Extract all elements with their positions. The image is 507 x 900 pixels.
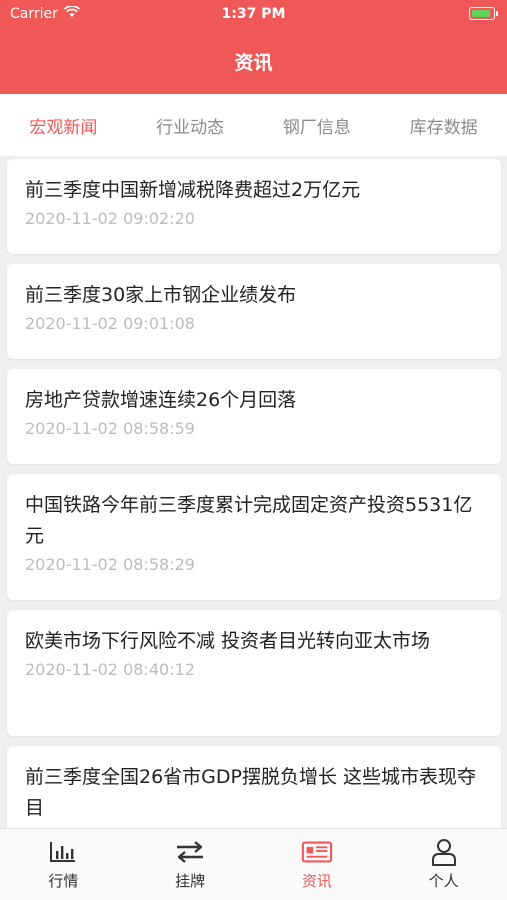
- news-title: 前三季度全国26省市GDP摆脱负增长 这些城市表现夺目: [25, 766, 477, 819]
- battery-icon: [469, 7, 498, 20]
- tab-industry-news[interactable]: 行业动态: [127, 113, 254, 138]
- news-card[interactable]: 欧美市场下行风险不减 投资者目光转向亚太市场 2020-11-02 08:40:…: [7, 610, 501, 736]
- app-header: Carrier 1:37 PM 资讯: [0, 0, 507, 94]
- news-time: 2020-11-02 08:58:59: [25, 419, 195, 438]
- clock: 1:37 PM: [221, 6, 286, 22]
- page-title: 资讯: [234, 52, 273, 74]
- news-title: 前三季度中国新增减税降费超过2万亿元: [25, 179, 361, 201]
- tab-steel-mill-info[interactable]: 钢厂信息: [254, 113, 381, 138]
- news-title: 欧美市场下行风险不减 投资者目光转向亚太市场: [25, 630, 431, 652]
- news-card[interactable]: 房地产贷款增速连续26个月回落 2020-11-02 08:58:59: [7, 369, 501, 464]
- news-card[interactable]: 前三季度30家上市钢企业绩发布 2020-11-02 09:01:08: [7, 264, 501, 359]
- bottom-tab-bar: 行情 挂牌 资讯 个人: [0, 828, 507, 900]
- swap-icon: [174, 838, 206, 866]
- tab-macro-news[interactable]: 宏观新闻: [0, 113, 127, 138]
- tabbar-item-market[interactable]: 行情: [0, 829, 127, 900]
- news-card[interactable]: 前三季度中国新增减税降费超过2万亿元 2020-11-02 09:02:20: [7, 159, 501, 254]
- status-bar: Carrier 1:37 PM: [0, 0, 507, 28]
- newspaper-icon: [301, 838, 333, 866]
- tabbar-item-profile[interactable]: 个人: [380, 829, 507, 900]
- news-time: 2020-11-02 09:01:08: [25, 314, 195, 333]
- news-list[interactable]: 前三季度中国新增减税降费超过2万亿元 2020-11-02 09:02:20 前…: [0, 156, 507, 828]
- news-time: 2020-11-02 09:02:20: [25, 209, 195, 228]
- category-tabs: 宏观新闻 行业动态 钢厂信息 库存数据: [0, 94, 507, 156]
- tab-inventory-data[interactable]: 库存数据: [380, 113, 507, 138]
- tabbar-label: 挂牌: [175, 872, 206, 890]
- tabbar-label: 个人: [428, 872, 459, 890]
- tabbar-label: 资讯: [301, 872, 332, 890]
- news-card[interactable]: 中国铁路今年前三季度累计完成固定资产投资5531亿元 2020-11-02 08…: [7, 474, 501, 600]
- news-title: 前三季度30家上市钢企业绩发布: [25, 284, 297, 306]
- chart-icon: [47, 838, 79, 866]
- tabbar-item-news[interactable]: 资讯: [254, 829, 381, 900]
- tabbar-label: 行情: [48, 872, 79, 890]
- news-title: 房地产贷款增速连续26个月回落: [25, 389, 297, 411]
- tabbar-item-listing[interactable]: 挂牌: [127, 829, 254, 900]
- person-icon: [428, 838, 460, 866]
- news-card[interactable]: 前三季度全国26省市GDP摆脱负增长 这些城市表现夺目: [7, 746, 501, 828]
- news-title: 中国铁路今年前三季度累计完成固定资产投资5531亿元: [25, 494, 473, 547]
- news-time: 2020-11-02 08:40:12: [25, 660, 195, 679]
- news-time: 2020-11-02 08:58:29: [25, 555, 195, 574]
